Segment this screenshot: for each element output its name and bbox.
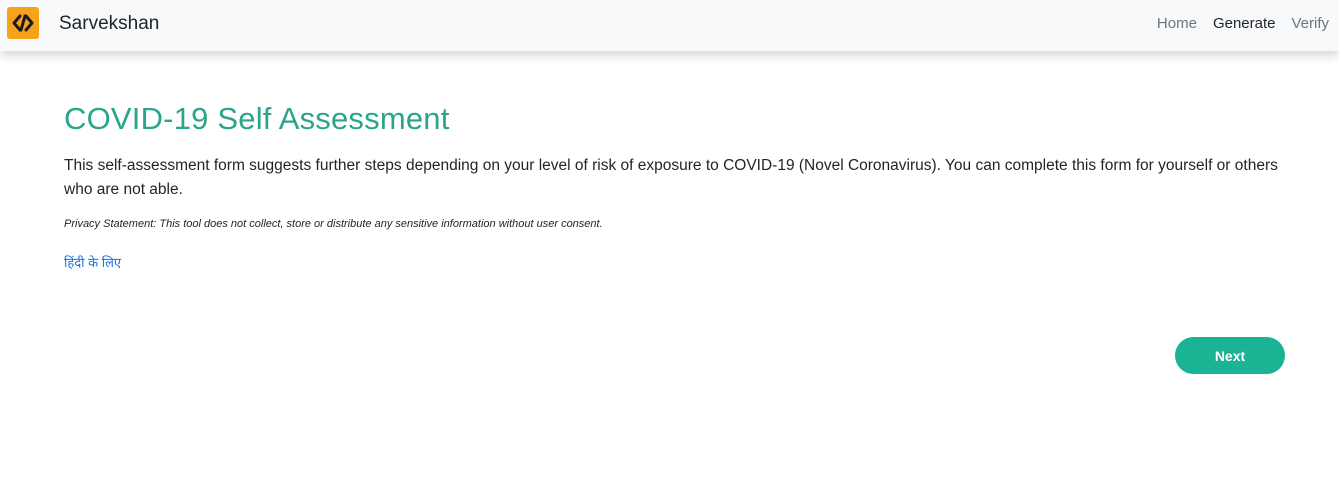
- app-logo[interactable]: [7, 7, 39, 39]
- nav-links: Home Generate Verify: [1141, 15, 1329, 32]
- intro-text: This self-assessment form suggests furth…: [64, 157, 1278, 198]
- hindi-language-link[interactable]: हिंदी के लिए: [64, 255, 121, 270]
- next-button[interactable]: Next: [1175, 337, 1285, 374]
- privacy-statement: Privacy Statement: This tool does not co…: [64, 218, 603, 230]
- nav-link-generate[interactable]: Generate: [1213, 15, 1276, 32]
- nav-link-verify[interactable]: Verify: [1291, 15, 1329, 32]
- main-content: COVID-19 Self Assessment This self-asses…: [64, 100, 1285, 272]
- brand-name[interactable]: Sarvekshan: [59, 13, 159, 35]
- page-title: COVID-19 Self Assessment: [64, 101, 450, 136]
- nav-link-home[interactable]: Home: [1157, 15, 1197, 32]
- code-brackets-icon: [12, 14, 34, 32]
- navbar: Sarvekshan Home Generate Verify: [0, 0, 1339, 51]
